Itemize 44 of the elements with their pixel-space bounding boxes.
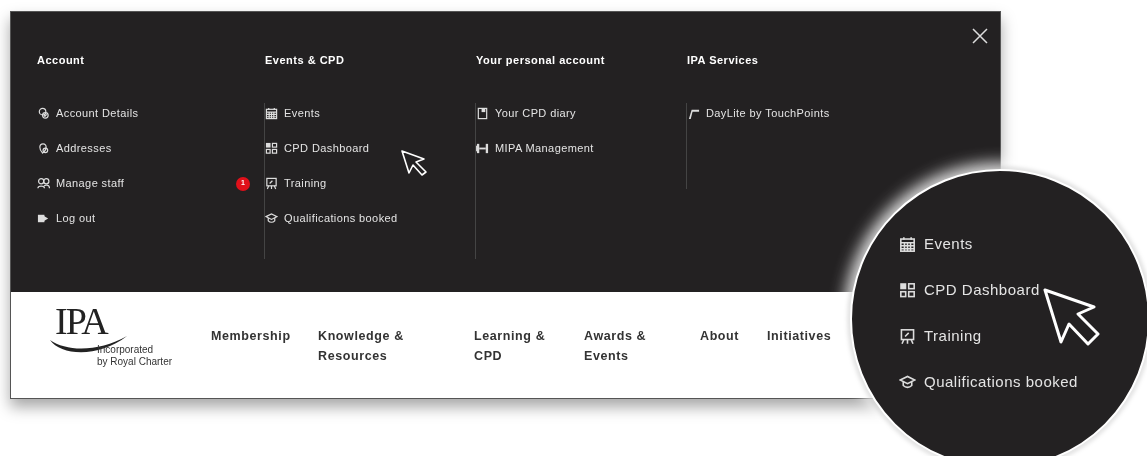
close-button[interactable] [972,28,988,44]
dumbbell-icon [476,142,489,155]
logo-tagline: by Royal Charter [97,356,173,368]
nav-link[interactable]: Knowledge & Resources [318,326,474,366]
column-heading: Your personal account [476,53,605,68]
menu-link[interactable]: MIPA Management [476,140,594,157]
menu-link[interactable]: DayLite by TouchPoints [687,105,830,122]
menu-link[interactable]: Events [899,233,973,255]
calendar-icon [265,107,278,120]
menu-link[interactable]: Training [899,325,982,347]
calendar-icon [899,235,916,253]
dashboard-icon [265,142,278,155]
easel-icon [899,327,916,345]
menu-link[interactable]: Log out [37,210,96,227]
menu-link[interactable]: CPD Dashboard [899,279,1040,301]
menu-link[interactable]: Training [265,175,327,192]
nav-link[interactable]: Learning & CPD [474,326,584,366]
graduation-cap-icon [899,373,916,391]
nav-link[interactable]: About [700,326,767,346]
column-heading: IPA Services [687,53,759,68]
dashboard-icon [899,281,916,299]
location-icon [37,142,50,155]
menu-link[interactable]: CPD Dashboard [265,140,370,157]
column-heading: Account [37,53,85,68]
people-icon [37,177,50,190]
menu-link[interactable]: Manage staff [37,175,125,192]
person-icon [37,107,50,120]
diary-icon [476,107,489,120]
menu-link[interactable]: Addresses [37,140,112,157]
menu-link[interactable]: Account Details [37,105,139,122]
column-heading: Events & CPD [265,53,345,68]
menu-link[interactable]: Your CPD diary [476,105,576,122]
flag-icon [687,107,700,120]
graduation-cap-icon [265,212,278,225]
menu-link[interactable]: Qualifications booked [899,371,1078,393]
easel-icon [265,177,278,190]
logout-icon [37,212,50,225]
nav-link[interactable]: Initiatives [767,326,847,346]
menu-link[interactable]: Qualifications booked [265,210,398,227]
cursor-icon [400,149,428,177]
nav-link[interactable]: Awards & Events [584,326,700,366]
menu-link[interactable]: Events [265,105,321,122]
logo-tagline: Incorporated [97,344,154,356]
nav-link[interactable]: Membership [211,326,318,346]
